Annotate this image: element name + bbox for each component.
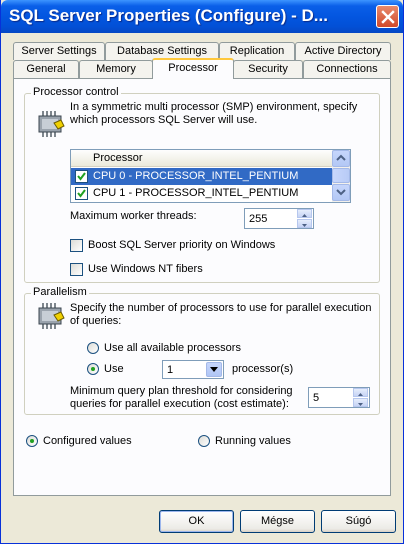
chevron-up-icon (336, 154, 346, 161)
tab-label: Database Settings (117, 45, 207, 57)
column-header-label: Processor (93, 152, 143, 164)
parallelism-label: Parallelism (31, 286, 89, 298)
spin-up-icon (302, 214, 307, 217)
close-button[interactable] (376, 5, 399, 28)
processor-item-label: CPU 1 - PROCESSOR_INTEL_PENTIUM (93, 187, 299, 199)
tab-label: General (26, 63, 66, 75)
processor-item-label: CPU 0 - PROCESSOR_INTEL_PENTIUM (93, 170, 299, 182)
tab-security[interactable]: Security (233, 60, 303, 78)
properties-dialog: SQL Server Properties (Configure) - D...… (0, 0, 404, 544)
cancel-button[interactable]: Mégse (240, 510, 315, 533)
tab-active-directory[interactable]: Active Directory (295, 42, 391, 60)
checkmark-icon (77, 172, 86, 181)
ok-button-label: OK (188, 515, 205, 527)
threshold-value[interactable]: 5 (313, 392, 319, 404)
spin-down-icon (302, 224, 307, 227)
spin-up-button[interactable] (353, 388, 368, 397)
processor-checkbox[interactable] (75, 170, 88, 183)
processors-suffix: processor(s) (232, 363, 294, 375)
use-all-processors-radio[interactable] (87, 342, 99, 354)
tab-panel-processor: Processor control In a symmetric multi p… (13, 78, 391, 496)
tab-label: Processor (168, 62, 218, 74)
tab-label: Replication (229, 45, 285, 57)
scroll-thumb[interactable] (332, 168, 350, 183)
processor-control-description: In a symmetric multi processor (SMP) env… (70, 101, 358, 126)
max-worker-threads-value[interactable]: 255 (249, 213, 267, 225)
help-button-label: Súgó (345, 515, 372, 527)
tab-connections[interactable]: Connections (303, 60, 391, 78)
processor-list[interactable]: Processor CPU 0 - PROCESSOR_INTEL_PENTIU… (70, 149, 351, 203)
close-icon (381, 10, 395, 24)
tab-label: Connections (316, 63, 378, 75)
use-processors-label[interactable]: Use (104, 363, 124, 375)
configured-values-label[interactable]: Configured values (43, 435, 132, 447)
tab-label: Active Directory (304, 45, 382, 57)
processor-checkbox[interactable] (75, 187, 88, 200)
processor-chip-icon (34, 301, 66, 336)
nt-fibers-checkbox[interactable] (70, 263, 83, 276)
spin-down-icon (358, 403, 363, 406)
boost-priority-label[interactable]: Boost SQL Server priority on Windows (88, 239, 275, 251)
help-button[interactable]: Súgó (321, 510, 396, 533)
tab-label: Memory (96, 63, 136, 75)
chevron-down-icon (336, 189, 346, 196)
processor-count-value: 1 (167, 364, 174, 376)
running-values-radio[interactable] (198, 435, 210, 447)
processor-count-select[interactable]: 1 (162, 360, 224, 379)
spin-up-button[interactable] (297, 209, 312, 218)
parallelism-description: Specify the number of processors to use … (70, 302, 372, 327)
max-worker-threads-label: Maximum worker threads: (70, 210, 197, 222)
tab-label: Security (248, 63, 288, 75)
use-processors-radio[interactable] (87, 363, 99, 375)
spin-up-icon (358, 393, 363, 396)
scroll-down-button[interactable] (332, 184, 350, 201)
tab-server-settings[interactable]: Server Settings (13, 42, 105, 60)
window-title: SQL Server Properties (Configure) - D... (9, 6, 328, 25)
processor-list-scrollbar[interactable] (332, 150, 350, 202)
nt-fibers-label[interactable]: Use Windows NT fibers (88, 263, 203, 275)
threshold-label: Minimum query plan threshold for conside… (70, 385, 293, 410)
boost-priority-checkbox[interactable] (70, 239, 83, 252)
title-bar[interactable]: SQL Server Properties (Configure) - D... (1, 0, 403, 33)
threshold-spinner[interactable]: 5 (308, 387, 370, 408)
dropdown-button[interactable] (206, 362, 222, 377)
processor-list-item[interactable]: CPU 0 - PROCESSOR_INTEL_PENTIUM (71, 168, 332, 185)
tab-memory[interactable]: Memory (79, 60, 153, 78)
tab-processor[interactable]: Processor (152, 58, 234, 79)
running-values-label[interactable]: Running values (215, 435, 291, 447)
tab-label: Server Settings (21, 45, 97, 57)
processor-control-label: Processor control (31, 86, 121, 98)
use-all-processors-label[interactable]: Use all available processors (104, 342, 241, 354)
cancel-button-label: Mégse (260, 515, 295, 527)
spin-down-button[interactable] (353, 398, 368, 407)
ok-button[interactable]: OK (159, 510, 234, 533)
processor-list-item[interactable]: CPU 1 - PROCESSOR_INTEL_PENTIUM (71, 185, 332, 202)
configured-values-radio[interactable] (26, 435, 38, 447)
max-worker-threads-spinner[interactable]: 255 (244, 208, 314, 229)
scroll-up-button[interactable] (332, 150, 350, 167)
processor-column-header[interactable]: Processor (71, 150, 332, 167)
processor-chip-icon (34, 109, 66, 144)
checkmark-icon (77, 189, 86, 198)
spin-down-button[interactable] (297, 219, 312, 228)
tab-general[interactable]: General (13, 60, 79, 78)
chevron-down-icon (210, 367, 218, 372)
